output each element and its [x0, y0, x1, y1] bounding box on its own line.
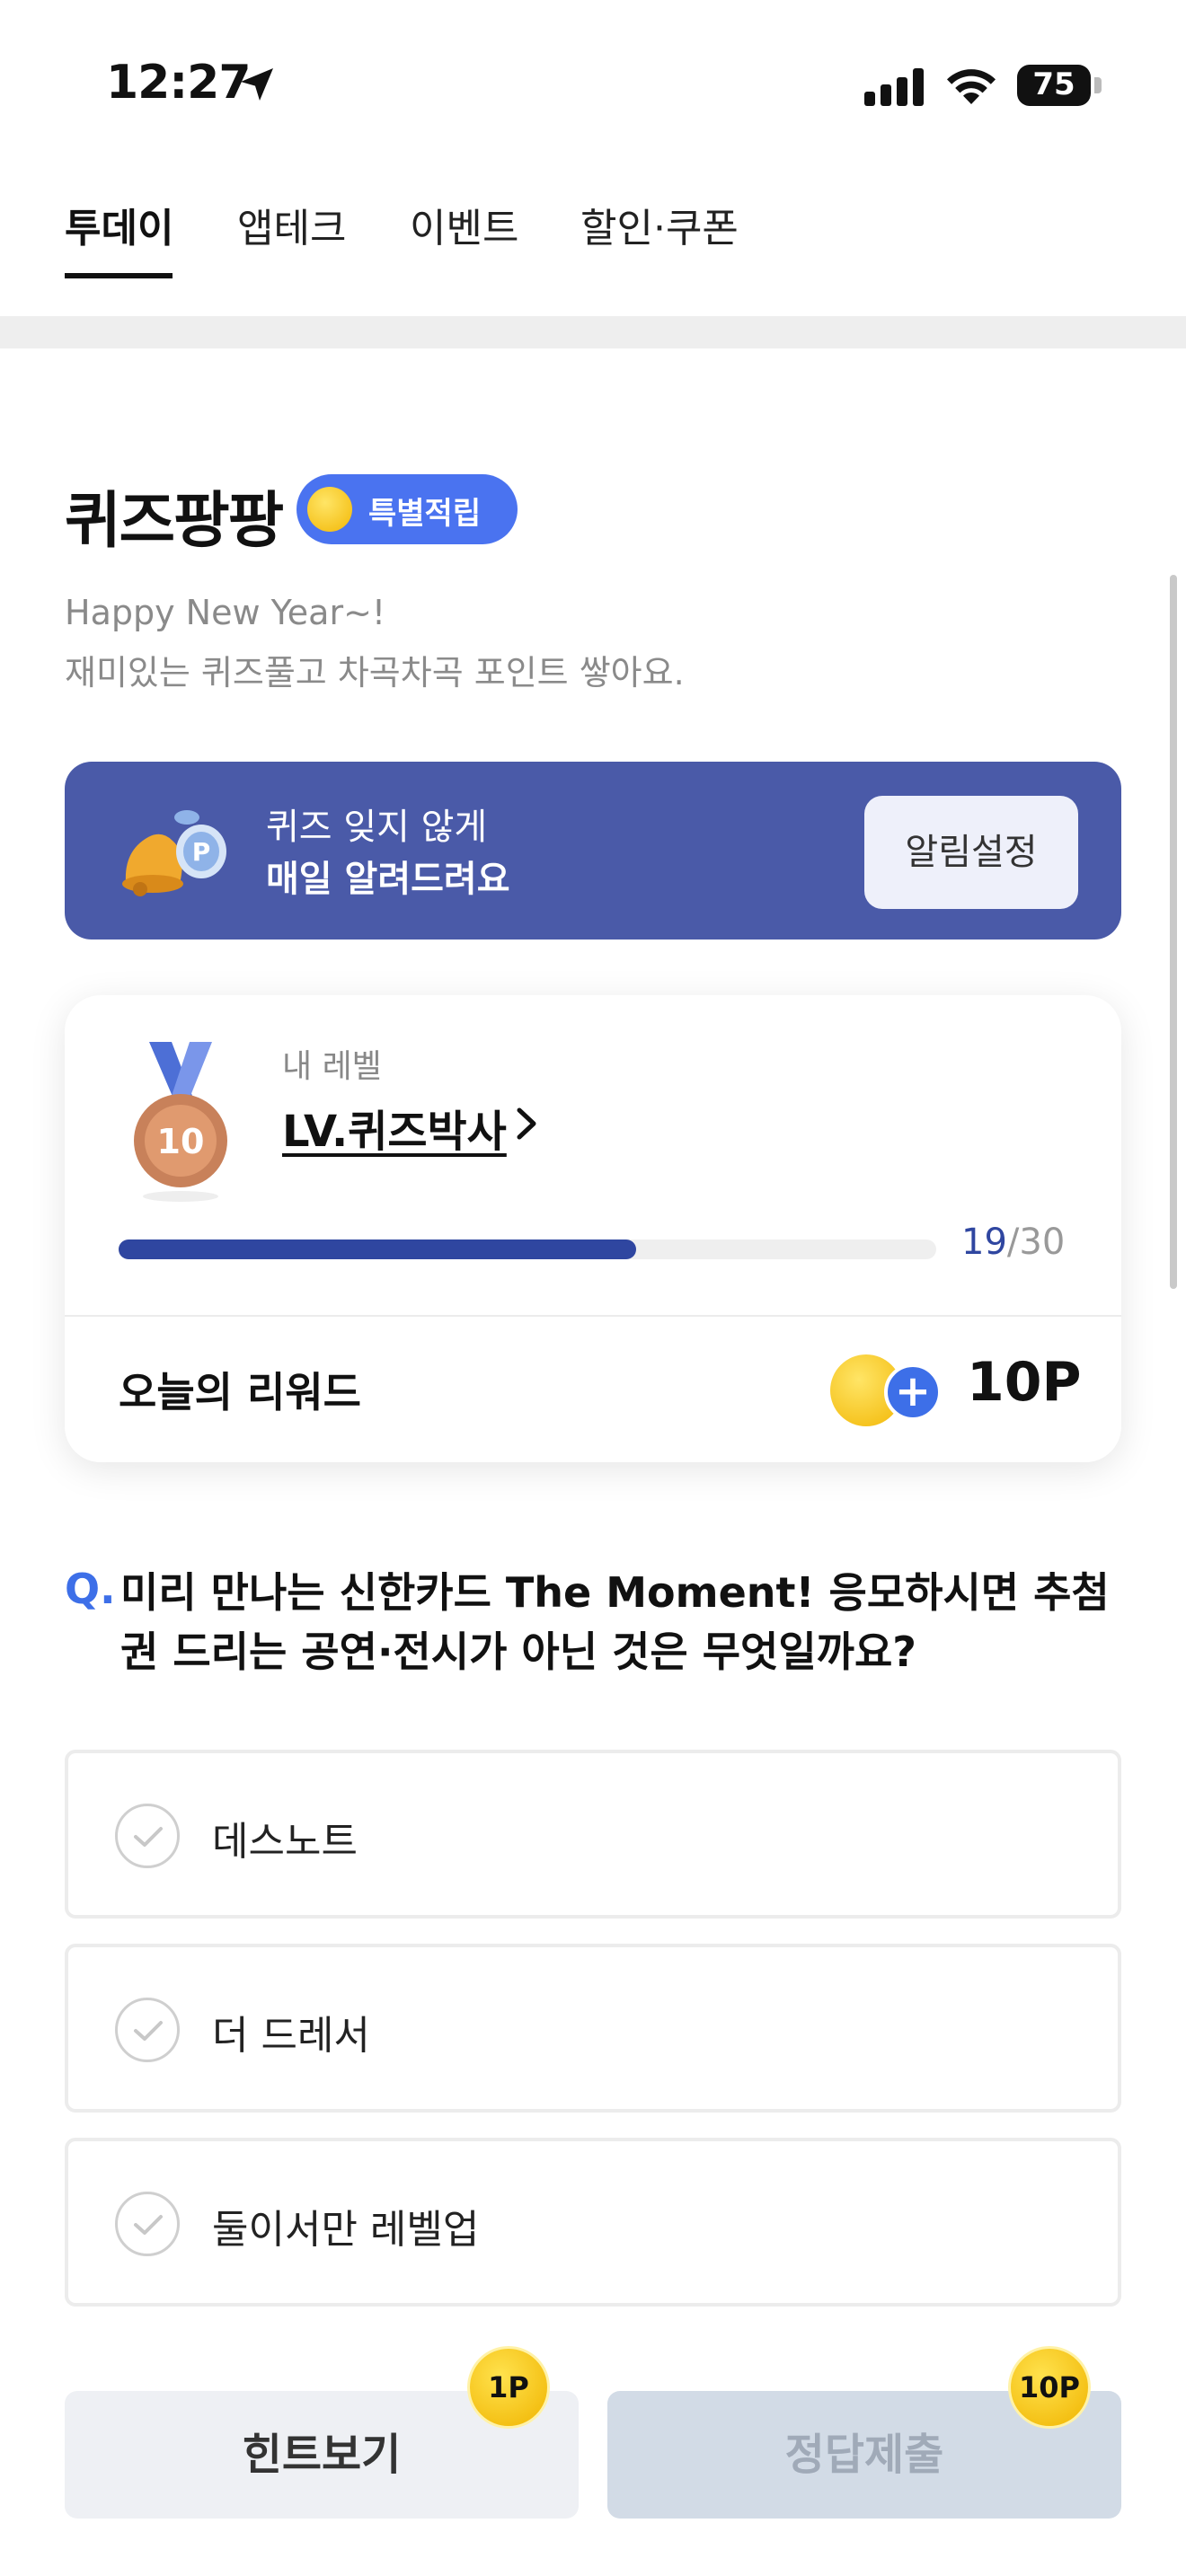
question-prefix: Q. [65, 1565, 116, 1613]
plus-icon: + [884, 1363, 942, 1421]
svg-text:P: P [192, 837, 211, 867]
notification-settings-button[interactable]: 알림설정 [864, 796, 1078, 909]
todays-reward-label: 오늘의 리워드 [119, 1368, 361, 1416]
progress-current: 19 [961, 1222, 1007, 1263]
submit-cost-badge: 10P [1008, 2346, 1091, 2429]
level-progress-fill [119, 1239, 637, 1259]
badge-label: 특별적립 [368, 496, 482, 532]
banner-text-line-1: 퀴즈 잊지 않게 [266, 807, 488, 848]
special-points-badge: 특별적립 [296, 474, 518, 544]
answer-option-label: 둘이서만 레벨업 [212, 2207, 480, 2253]
page-title: 퀴즈팡팡 [65, 486, 284, 557]
progress-total: /30 [1006, 1222, 1066, 1263]
check-circle-icon [115, 1804, 180, 1868]
answer-option-3[interactable]: 둘이서만 레벨업 [65, 2138, 1121, 2307]
coin-icon [307, 487, 352, 532]
todays-reward-value: 10P [967, 1351, 1082, 1414]
card-divider [65, 1315, 1121, 1317]
banner-text-line-2: 매일 알려드려요 [266, 859, 510, 900]
my-level-label: 내 레벨 [282, 1048, 382, 1085]
level-progress-bar [119, 1239, 936, 1259]
answer-option-label: 더 드레서 [212, 2013, 370, 2059]
medal-number: 10 [157, 1122, 205, 1161]
check-circle-icon [115, 2192, 180, 2256]
subtitle-line-1: Happy New Year~! [65, 593, 386, 632]
tab-today[interactable]: 투데이 [65, 196, 173, 253]
section-divider [0, 316, 1186, 348]
subtitle-line-2: 재미있는 퀴즈풀고 차곡차곡 포인트 쌓아요. [65, 653, 685, 693]
medal-icon: 10 [134, 1042, 227, 1202]
status-time: 12:27 [106, 56, 252, 110]
tab-event[interactable]: 이벤트 [410, 196, 518, 253]
location-arrow-icon [241, 68, 273, 101]
active-tab-indicator [65, 273, 173, 278]
bell-icon: P [122, 810, 226, 896]
chevron-right-icon[interactable] [512, 1105, 539, 1142]
answer-option-2[interactable]: 더 드레서 [65, 1944, 1121, 2113]
answer-option-label: 데스노트 [212, 1819, 358, 1865]
level-progress-count: 19/30 [961, 1222, 1065, 1263]
level-name-link[interactable]: LV.퀴즈박사 [282, 1096, 507, 1159]
answer-option-1[interactable]: 데스노트 [65, 1750, 1121, 1919]
hint-cost-badge: 1P [467, 2346, 550, 2429]
scrollbar[interactable] [1170, 575, 1177, 1289]
check-circle-icon [115, 1998, 180, 2062]
tab-apptech[interactable]: 앱테크 [237, 196, 346, 253]
battery-indicator: 75 [1017, 65, 1103, 106]
wifi-icon [947, 69, 996, 104]
cellular-signal-icon [864, 68, 924, 106]
question-text: 미리 만나는 신한카드 The Moment! 응모하시면 추첨권 드리는 공연… [120, 1568, 1110, 1676]
battery-level: 75 [1032, 66, 1075, 102]
tab-discount-coupon[interactable]: 할인·쿠폰 [580, 196, 739, 253]
